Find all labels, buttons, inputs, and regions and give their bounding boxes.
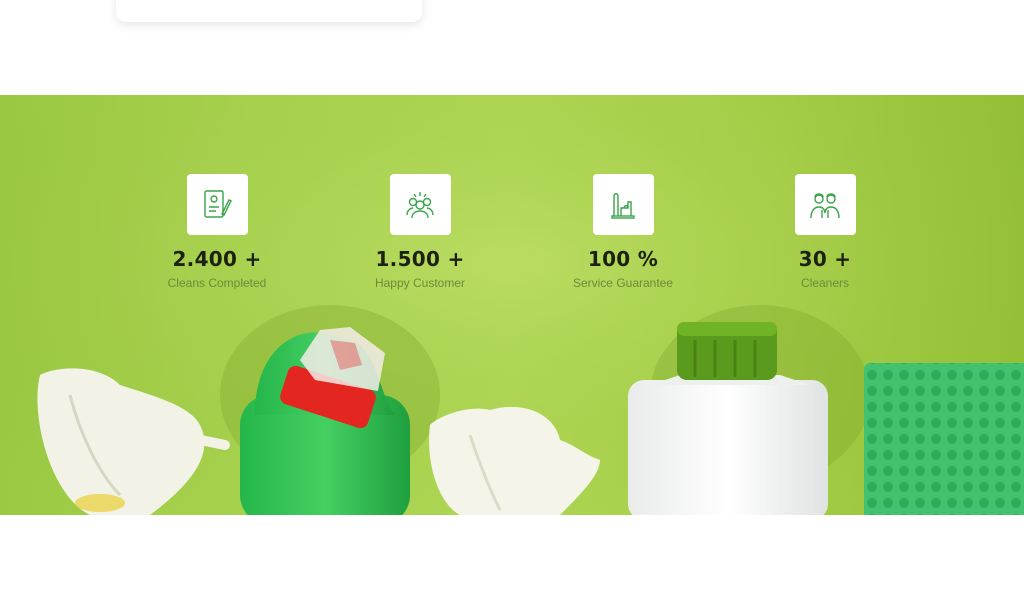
stat-cleaners: 30 + Cleaners (725, 174, 925, 290)
stat-icon-box (389, 174, 451, 235)
cleaning-products-photo (0, 95, 1024, 515)
stat-value: 100 % (587, 247, 659, 271)
stat-label: Service Guarantee (572, 276, 674, 290)
cleaning-tools-icon (611, 192, 635, 219)
happy-customers-icon (406, 191, 434, 218)
document-check-icon (204, 189, 232, 218)
stat-icon-box (186, 174, 248, 235)
stats-band: 2.400 + Cleans Completed 1.500 + Happy C… (0, 95, 1024, 515)
stat-value: 30 + (798, 247, 852, 271)
stat-label: Happy Customer (374, 276, 466, 290)
stat-value: 1.500 + (375, 247, 465, 271)
cleaners-team-icon (810, 192, 840, 218)
stat-label: Cleans Completed (167, 276, 267, 290)
stat-cleans-completed: 2.400 + Cleans Completed (117, 174, 317, 290)
stat-icon-box (794, 174, 856, 235)
stat-icon-box (592, 174, 654, 235)
sponge (864, 363, 1024, 515)
top-card (116, 0, 422, 22)
stat-value: 2.400 + (172, 247, 262, 271)
stat-label: Cleaners (800, 276, 850, 290)
stat-service-guarantee: 100 % Service Guarantee (523, 174, 723, 290)
stat-happy-customer: 1.500 + Happy Customer (320, 174, 520, 290)
